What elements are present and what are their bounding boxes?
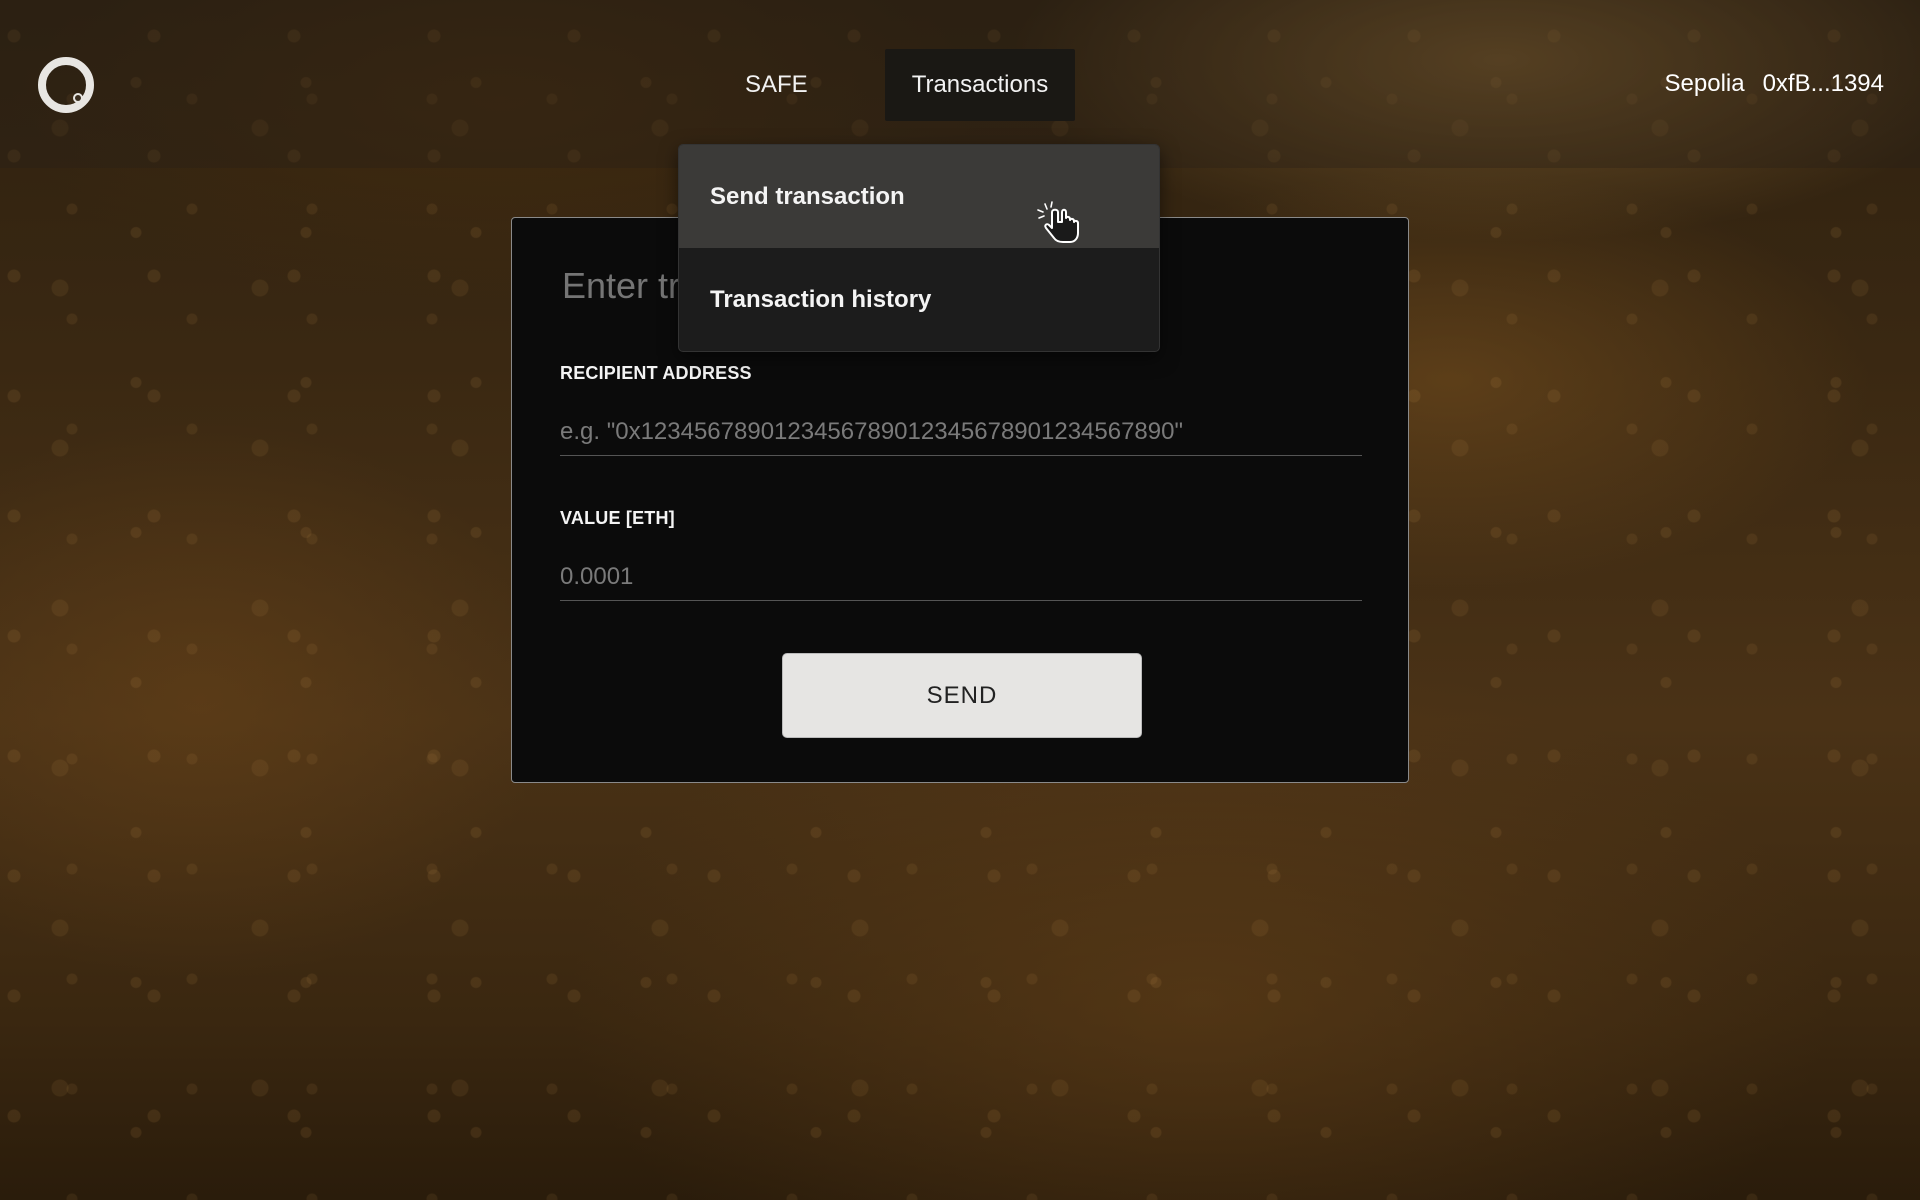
- pointer-hand-icon: [1037, 201, 1079, 243]
- menu-item-transaction-history[interactable]: Transaction history: [679, 248, 1159, 351]
- account-address[interactable]: 0xfB...1394: [1763, 70, 1884, 98]
- network-info: Sepolia 0xfB...1394: [1665, 70, 1884, 98]
- recipient-address-label: RECIPIENT ADDRESS: [560, 363, 752, 383]
- menu-item-send-transaction[interactable]: Send transaction: [679, 145, 1159, 248]
- recipient-address-input[interactable]: [560, 409, 1362, 456]
- value-eth-input[interactable]: [560, 554, 1362, 601]
- value-eth-label: VALUE [ETH]: [560, 508, 675, 528]
- nav-safe[interactable]: SAFE: [718, 49, 835, 121]
- main-nav: SAFE Transactions: [718, 49, 1076, 121]
- transactions-dropdown-menu: Send transaction Transaction history: [678, 144, 1160, 352]
- network-name[interactable]: Sepolia: [1665, 70, 1745, 98]
- nav-transactions[interactable]: Transactions: [884, 49, 1076, 121]
- top-navigation-bar: SAFE Transactions Sepolia 0xfB...1394: [0, 0, 1920, 168]
- ring-logo-icon[interactable]: [37, 56, 95, 114]
- send-button[interactable]: SEND: [782, 653, 1142, 738]
